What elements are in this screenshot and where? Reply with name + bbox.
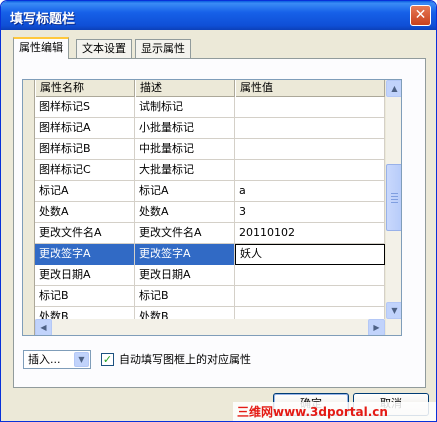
property-name-cell: 更改日期A <box>35 265 135 286</box>
property-name-cell: 图样标记C <box>35 160 135 181</box>
arrow-up-icon: ▲ <box>391 84 398 93</box>
arrow-down-icon: ▼ <box>391 306 398 315</box>
description-cell: 标记A <box>135 181 235 202</box>
auto-fill-checkbox[interactable]: ✓ <box>101 353 114 366</box>
arrow-right-icon: ▶ <box>373 323 380 332</box>
property-name-cell: 标记A <box>35 181 135 202</box>
tab-label: 显示属性 <box>141 42 185 55</box>
table-row[interactable]: 处数A 处数A 3 <box>35 202 385 223</box>
column-header-value[interactable]: 属性值 <box>235 80 385 97</box>
column-header-description[interactable]: 描述 <box>135 80 235 97</box>
property-name-cell: 标记B <box>35 286 135 307</box>
scroll-up-button[interactable]: ▲ <box>386 80 401 97</box>
property-name-cell: 图样标记A <box>35 118 135 139</box>
tab-display-properties[interactable]: 显示属性 <box>135 39 191 58</box>
auto-fill-label[interactable]: 自动填写图框上的对应属性 <box>119 353 251 366</box>
description-cell: 中批量标记 <box>135 139 235 160</box>
property-value-cell[interactable] <box>235 97 385 118</box>
close-icon: ✕ <box>414 7 427 23</box>
tab-text-settings[interactable]: 文本设置 <box>76 39 132 58</box>
table-row[interactable]: 图样标记B 中批量标记 <box>35 139 385 160</box>
table-row[interactable]: 标记A 标记A a <box>35 181 385 202</box>
dropdown-button[interactable]: ▼ <box>74 352 89 367</box>
table-row[interactable]: 图样标记A 小批量标记 <box>35 118 385 139</box>
property-value-cell[interactable] <box>235 139 385 160</box>
insert-dropdown[interactable]: 插入... ▼ <box>23 350 91 369</box>
description-cell: 更改日期A <box>135 265 235 286</box>
scroll-left-button[interactable]: ◀ <box>35 319 52 335</box>
property-value-cell[interactable] <box>235 118 385 139</box>
property-name-cell: 处数A <box>35 202 135 223</box>
grid-header: 属性名称 描述 属性值 <box>35 80 385 97</box>
property-value-cell[interactable] <box>235 160 385 181</box>
property-name-cell: 图样标记B <box>35 139 135 160</box>
table-row[interactable]: 标记B 标记B <box>35 286 385 307</box>
table-row[interactable]: 更改签字A 更改签字A 妖人 <box>35 244 385 265</box>
description-cell: 更改文件名A <box>135 223 235 244</box>
property-value-cell[interactable]: 3 <box>235 202 385 223</box>
property-name-cell: 更改签字A <box>35 244 135 265</box>
table-row[interactable]: 图样标记S 试制标记 <box>35 97 385 118</box>
description-cell: 处数A <box>135 202 235 223</box>
close-button[interactable]: ✕ <box>410 5 431 26</box>
property-value-cell[interactable]: 妖人 <box>235 244 385 265</box>
chevron-down-icon: ▼ <box>78 355 85 364</box>
grip-line <box>391 193 398 194</box>
table-row[interactable]: 更改文件名A 更改文件名A 20110102 <box>35 223 385 244</box>
watermark: 三维网www.3dportal.cn <box>233 402 436 421</box>
column-header-name[interactable]: 属性名称 <box>35 80 135 97</box>
property-value-cell[interactable]: 20110102 <box>235 223 385 244</box>
tab-label: 文本设置 <box>82 42 126 55</box>
row-gutter <box>23 80 35 335</box>
tab-property-edit[interactable]: 属性编辑 <box>13 37 69 59</box>
table-row[interactable]: 图样标记C 大批量标记 <box>35 160 385 181</box>
vertical-scrollbar[interactable]: ▲ ▼ <box>385 80 401 335</box>
property-name-cell: 更改文件名A <box>35 223 135 244</box>
description-cell: 小批量标记 <box>135 118 235 139</box>
grid-rows: 图样标记S 试制标记 图样标记A 小批量标记 图样标记B 中批量标记 图样标记C 大批量标记标… <box>35 97 385 335</box>
property-value-cell[interactable] <box>235 265 385 286</box>
table-row[interactable]: 更改日期A 更改日期A <box>35 265 385 286</box>
scroll-down-button[interactable]: ▼ <box>386 302 401 319</box>
description-cell: 大批量标记 <box>135 160 235 181</box>
scroll-right-button[interactable]: ▶ <box>368 319 385 335</box>
scroll-thumb[interactable] <box>386 164 401 231</box>
dialog-window: 填写标题栏 ✕ 属性编辑 文本设置 显示属性 属性名称 描述 属性值 图样标记S… <box>0 0 437 422</box>
grip-line <box>391 202 398 203</box>
description-cell: 更改签字A <box>135 244 235 265</box>
property-value-cell[interactable]: a <box>235 181 385 202</box>
arrow-left-icon: ◀ <box>40 323 47 332</box>
tab-label: 属性编辑 <box>19 41 63 54</box>
title-bar[interactable]: 填写标题栏 ✕ <box>1 1 436 30</box>
window-title: 填写标题栏 <box>10 12 76 27</box>
horizontal-scrollbar[interactable]: ◀ ▶ <box>35 319 385 335</box>
property-name-cell: 图样标记S <box>35 97 135 118</box>
checkmark-icon: ✓ <box>102 353 113 366</box>
property-grid: 属性名称 描述 属性值 图样标记S 试制标记 图样标记A 小批量标记 图样标记B 中批量标… <box>22 79 402 336</box>
description-cell: 试制标记 <box>135 97 235 118</box>
insert-dropdown-value: 插入... <box>28 353 61 366</box>
grip-line <box>391 199 398 200</box>
description-cell: 标记B <box>135 286 235 307</box>
grip-line <box>391 196 398 197</box>
property-value-cell[interactable] <box>235 286 385 307</box>
